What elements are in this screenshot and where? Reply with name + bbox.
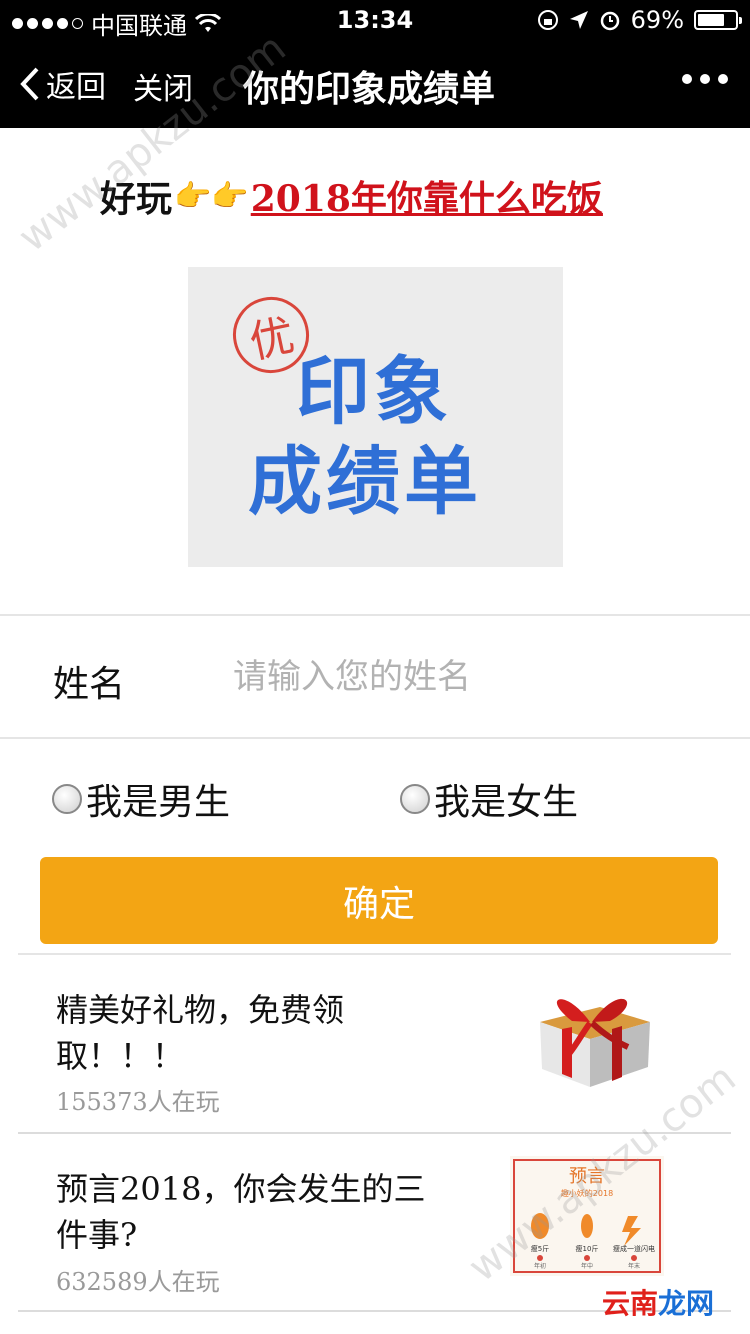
pred-item: 瘦10斤 bbox=[576, 1244, 599, 1253]
gender-male-radio[interactable] bbox=[52, 784, 82, 814]
feed-item-gift[interactable]: 精美好礼物，免费领取！！！ 155373人在玩 bbox=[18, 957, 731, 1133]
gender-female-option[interactable]: 我是女生 bbox=[400, 773, 578, 825]
feed-item-count: 155373人在玩 bbox=[56, 1088, 220, 1116]
divider bbox=[18, 1132, 731, 1134]
pred-item: 瘦5斤 bbox=[531, 1244, 549, 1253]
pred-title: 预言 bbox=[569, 1166, 605, 1187]
nav-bar: 返回 关闭 你的印象成绩单 bbox=[0, 40, 750, 128]
promo-headline: 好玩 👉👉 2018年你靠什么吃饭 bbox=[100, 170, 603, 222]
battery-icon bbox=[694, 10, 742, 30]
gender-female-label: 我是女生 bbox=[434, 782, 579, 823]
name-label: 姓名 bbox=[53, 664, 126, 705]
pointing-hand-icon: 👉👉 bbox=[174, 178, 249, 214]
promo-prefix: 好玩 bbox=[100, 179, 173, 220]
location-icon bbox=[569, 11, 588, 29]
corner-logo-blue: 龙网 bbox=[657, 1287, 714, 1320]
pred-date: 年末 bbox=[628, 1262, 640, 1270]
divider bbox=[0, 614, 750, 616]
gender-female-radio[interactable] bbox=[400, 784, 430, 814]
corner-logo-red: 云南 bbox=[601, 1287, 658, 1320]
promo-link[interactable]: 2018年你靠什么吃饭 bbox=[251, 170, 603, 222]
close-button[interactable]: 关闭 bbox=[133, 64, 193, 108]
status-bar: 中国联通 13:34 69% bbox=[0, 0, 750, 40]
more-menu-button[interactable] bbox=[682, 74, 728, 84]
divider bbox=[18, 953, 731, 955]
gender-male-option[interactable]: 我是男生 bbox=[52, 773, 230, 825]
divider bbox=[0, 737, 750, 739]
back-label: 返回 bbox=[46, 70, 106, 105]
feed-item-title: 预言2018，你会发生的三件事? bbox=[56, 1170, 426, 1254]
name-input[interactable] bbox=[233, 647, 703, 707]
back-button[interactable]: 返回 bbox=[20, 62, 106, 106]
gift-box-thumbnail bbox=[510, 977, 664, 1092]
gender-selector: 我是男生 我是女生 bbox=[0, 765, 750, 825]
prediction-2018-thumbnail: 预言 趣小妖的2018 瘦5斤 瘦10斤 瘦成一道闪电 年初 年中 年末 bbox=[510, 1156, 664, 1276]
banner-image: 优 印象 成绩单 bbox=[188, 267, 563, 567]
battery-fill bbox=[698, 14, 724, 26]
alarm-icon bbox=[600, 11, 619, 31]
banner-title-line2: 成绩单 bbox=[248, 439, 482, 525]
pred-date: 年初 bbox=[534, 1262, 546, 1270]
chevron-left-icon bbox=[20, 67, 39, 101]
pred-sub: 趣小妖的2018 bbox=[561, 1188, 613, 1198]
rotation-lock-icon bbox=[537, 10, 558, 30]
feed-item-title: 精美好礼物，免费领取！！！ bbox=[56, 991, 345, 1075]
confirm-button[interactable]: 确定 bbox=[40, 857, 718, 944]
pred-item: 瘦成一道闪电 bbox=[613, 1244, 655, 1253]
status-right: 69% bbox=[537, 6, 742, 34]
corner-logo: 云南龙网 bbox=[602, 1282, 714, 1322]
pred-date: 年中 bbox=[581, 1262, 593, 1270]
page-title: 你的印象成绩单 bbox=[243, 69, 496, 110]
feed-item-count: 632589人在玩 bbox=[56, 1268, 220, 1296]
gender-male-label: 我是男生 bbox=[86, 782, 231, 823]
name-row: 姓名 bbox=[0, 617, 750, 737]
battery-percent: 69% bbox=[630, 6, 684, 34]
